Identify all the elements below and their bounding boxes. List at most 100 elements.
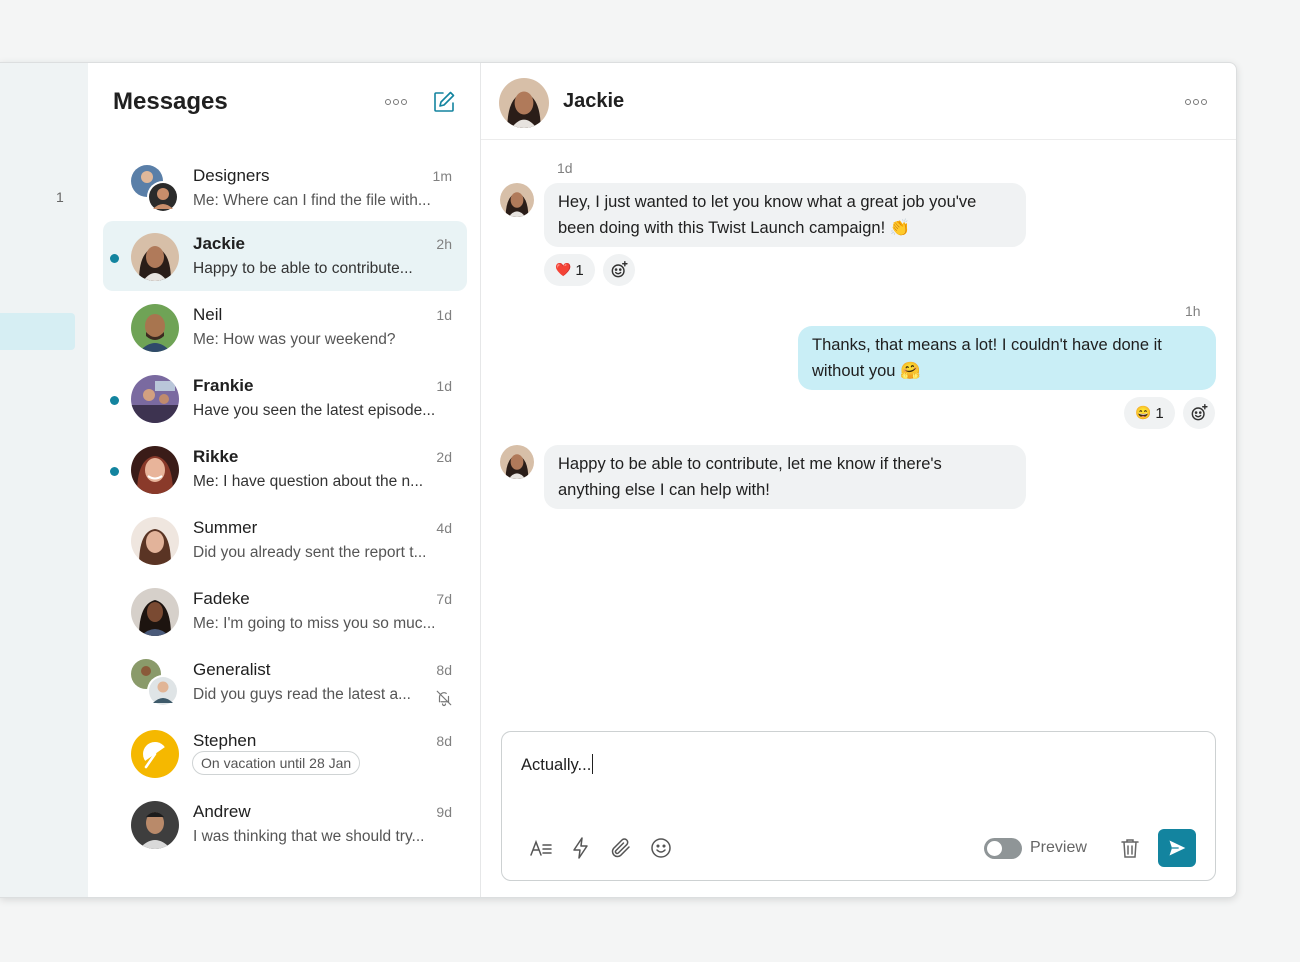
muted-bell-icon: [435, 689, 453, 707]
emoji-icon[interactable]: [649, 836, 673, 860]
conversation-time: 4d: [436, 520, 452, 536]
composer-draft-text: Actually...: [521, 756, 592, 774]
avatar: [131, 304, 179, 352]
conversation-time: 1d: [436, 378, 452, 394]
message-text: been doing with this Twist Launch campai…: [558, 219, 911, 237]
conversation-item-designers[interactable]: Designers 1m Me: Where can I find the fi…: [103, 153, 467, 223]
conversation-preview: Have you seen the latest episode...: [193, 402, 436, 419]
message-timestamp: 1h: [1185, 303, 1201, 319]
conversation-time: 1m: [432, 168, 452, 184]
app-window: 1 Messages Designers 1m Me: Where can I …: [0, 62, 1237, 898]
message-text: anything else I can help with!: [558, 481, 770, 499]
conversation-preview: Me: I have question about the n...: [193, 473, 424, 490]
text-caret: [592, 754, 594, 774]
unread-dot: [110, 396, 119, 405]
message-text: without you 🤗: [812, 362, 921, 380]
add-reaction-button[interactable]: [603, 254, 635, 286]
conversation-preview: Happy to be able to contribute...: [193, 260, 413, 277]
avatar: [131, 517, 179, 565]
conversation-item-jackie[interactable]: Jackie 2h Happy to be able to contribute…: [103, 221, 467, 291]
conversation-name: Stephen: [193, 731, 257, 750]
trash-icon[interactable]: [1118, 836, 1142, 860]
avatar: [131, 659, 179, 707]
reaction-heart[interactable]: ❤️ 1: [544, 254, 595, 286]
conversation-time: 9d: [436, 804, 452, 820]
conversation-preview: Me: Where can I find the file with...: [193, 192, 431, 209]
reaction-count: 1: [575, 261, 584, 279]
message-text: Hey, I just wanted to let you know what …: [558, 193, 977, 211]
add-emoji-icon: [1191, 403, 1208, 421]
avatar: [131, 588, 179, 636]
grin-emoji-icon: 😄: [1135, 405, 1152, 420]
compose-new-message-icon[interactable]: [432, 90, 456, 114]
conversation-preview: I was thinking that we should try...: [193, 828, 425, 845]
messages-list-panel: Messages Designers 1m Me: Where can I fi…: [88, 63, 481, 897]
conversation-name: Designers: [193, 166, 270, 185]
conversation-name: Rikke: [193, 447, 239, 466]
avatar[interactable]: [499, 78, 549, 128]
conversation-name: Andrew: [193, 802, 251, 821]
add-emoji-icon: [611, 260, 628, 278]
avatar: [131, 801, 179, 849]
conversation-item-stephen[interactable]: Stephen 8d On vacation until 28 Jan: [103, 718, 467, 788]
avatar: [131, 730, 179, 778]
conversation-name: Generalist: [193, 660, 271, 679]
sidebar-active-item[interactable]: [0, 313, 75, 350]
list-more-options-icon[interactable]: [383, 94, 409, 110]
chat-more-options-icon[interactable]: [1183, 94, 1209, 110]
attachment-icon[interactable]: [609, 836, 633, 860]
add-reaction-button[interactable]: [1183, 397, 1215, 429]
message-bubble-outgoing[interactable]: Thanks, that means a lot! I couldn't hav…: [798, 326, 1216, 390]
avatar: [131, 375, 179, 423]
chat-panel: Jackie 1d Hey, I just wanted to let you …: [481, 63, 1236, 897]
avatar: [500, 445, 534, 479]
unread-dot: [110, 254, 119, 263]
message-text: Happy to be able to contribute, let me k…: [558, 455, 942, 473]
conversation-item-generalist[interactable]: Generalist 8d Did you guys read the late…: [103, 647, 467, 717]
conversation-preview: Me: How was your weekend?: [193, 331, 396, 348]
conversation-item-summer[interactable]: Summer 4d Did you already sent the repor…: [103, 505, 467, 575]
preview-label: Preview: [1030, 839, 1087, 856]
status-badge: On vacation until 28 Jan: [192, 751, 361, 775]
preview-toggle[interactable]: [984, 838, 1022, 859]
lightning-icon[interactable]: [569, 836, 593, 860]
message-bubble-incoming[interactable]: Happy to be able to contribute, let me k…: [544, 445, 1026, 509]
chat-contact-name[interactable]: Jackie: [563, 90, 624, 113]
conversation-preview: Did you guys read the latest a...: [193, 686, 411, 703]
conversation-name: Frankie: [193, 376, 254, 395]
avatar: [131, 446, 179, 494]
conversation-item-fadeke[interactable]: Fadeke 7d Me: I'm going to miss you so m…: [103, 576, 467, 646]
reaction-count: 1: [1155, 404, 1164, 422]
conversation-time: 8d: [436, 662, 452, 678]
conversation-time: 8d: [436, 733, 452, 749]
message-composer[interactable]: Actually... Preview: [501, 731, 1216, 881]
conversation-time: 2h: [436, 236, 452, 252]
avatar: [131, 233, 179, 281]
conversation-preview: Me: I'm going to miss you so muc...: [193, 615, 436, 632]
text-format-icon[interactable]: [529, 836, 553, 860]
conversation-time: 1d: [436, 307, 452, 323]
conversation-item-andrew[interactable]: Andrew 9d I was thinking that we should …: [103, 789, 467, 859]
avatar: [131, 165, 179, 213]
conversation-item-neil[interactable]: Neil 1d Me: How was your weekend?: [103, 292, 467, 362]
conversation-name: Summer: [193, 518, 258, 537]
conversation-name: Neil: [193, 305, 223, 324]
conversation-name: Jackie: [193, 234, 245, 253]
reaction-grin[interactable]: 😄 1: [1124, 397, 1175, 429]
send-button[interactable]: [1158, 829, 1196, 867]
message-bubble-incoming[interactable]: Hey, I just wanted to let you know what …: [544, 183, 1026, 247]
conversation-item-rikke[interactable]: Rikke 2d Me: I have question about the n…: [103, 434, 467, 504]
avatar: [500, 183, 534, 217]
conversation-time: 2d: [436, 449, 452, 465]
send-icon: [1169, 840, 1186, 856]
conversation-preview: Did you already sent the report t...: [193, 544, 427, 561]
conversation-name: Fadeke: [193, 589, 250, 608]
messages-title: Messages: [113, 88, 228, 115]
composer-input[interactable]: Actually...: [521, 754, 594, 775]
unread-dot: [110, 467, 119, 476]
heart-emoji-icon: ❤️: [555, 262, 572, 277]
sidebar-badge-count: 1: [56, 189, 64, 205]
workspace-sidebar: 1: [0, 63, 88, 897]
conversation-item-frankie[interactable]: Frankie 1d Have you seen the latest epis…: [103, 363, 467, 433]
message-timestamp: 1d: [557, 160, 573, 176]
